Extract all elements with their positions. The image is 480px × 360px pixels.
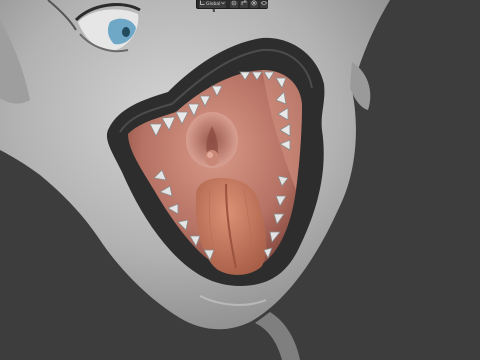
chevron-down-icon bbox=[221, 1, 226, 8]
3d-viewport[interactable]: Global bbox=[0, 0, 480, 360]
transform-orientation-label: Global bbox=[206, 1, 221, 7]
pivot-point-icon bbox=[231, 0, 237, 9]
3d-model-render bbox=[0, 0, 480, 360]
orientation-icon bbox=[200, 0, 205, 8]
proportional-editing-button[interactable] bbox=[250, 0, 259, 9]
overlay-button[interactable] bbox=[260, 0, 269, 9]
pivot-point-button[interactable] bbox=[230, 0, 239, 9]
snap-icon bbox=[241, 0, 247, 9]
snap-button[interactable] bbox=[240, 0, 249, 9]
proportional-editing-icon bbox=[251, 0, 257, 9]
viewport-header: Global bbox=[196, 0, 269, 9]
uvula bbox=[205, 150, 219, 166]
overlay-icon bbox=[261, 0, 268, 9]
transform-orientation-select[interactable]: Global bbox=[199, 0, 227, 8]
